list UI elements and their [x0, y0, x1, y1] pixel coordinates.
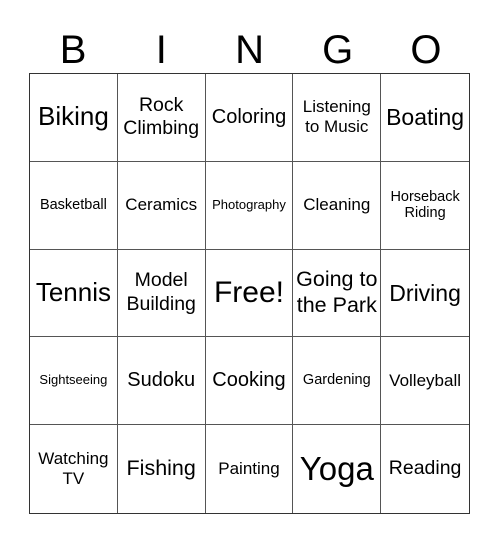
bingo-cell[interactable]: Gardening [293, 337, 382, 426]
bingo-cell[interactable]: Going to the Park [293, 249, 382, 338]
bingo-cell[interactable]: Sudoku [117, 337, 206, 426]
bingo-cell[interactable]: Reading [381, 425, 469, 513]
bingo-cell[interactable]: Model Building [117, 249, 206, 338]
bingo-cell[interactable]: Tennis [30, 249, 118, 338]
header-letter-g: G [322, 28, 354, 72]
bingo-cell[interactable]: Coloring [205, 74, 294, 162]
bingo-grid: Biking Rock Climbing Coloring Listening … [29, 73, 470, 514]
bingo-cell[interactable]: Yoga [293, 425, 382, 513]
bingo-cell[interactable]: Boating [381, 74, 469, 162]
header-letter-n: N [235, 28, 264, 72]
bingo-cell[interactable]: Driving [381, 250, 469, 338]
bingo-cell[interactable]: Photography [205, 161, 294, 250]
bingo-cell[interactable]: Basketball [30, 161, 118, 250]
bingo-cell[interactable]: Cleaning [293, 161, 382, 250]
bingo-cell[interactable]: Rock Climbing [117, 74, 206, 162]
bingo-cell[interactable]: Painting [206, 425, 294, 513]
bingo-cell[interactable]: Volleyball [381, 337, 469, 426]
bingo-cell[interactable]: Ceramics [117, 161, 206, 250]
bingo-header: B I N G O [29, 28, 470, 72]
bingo-cell[interactable]: Horseback Riding [381, 162, 469, 250]
bingo-cell[interactable]: Watching TV [30, 425, 118, 513]
header-letter-o: O [410, 28, 442, 72]
free-space[interactable]: Free! [205, 249, 294, 338]
bingo-cell[interactable]: Cooking [205, 337, 294, 426]
bingo-cell[interactable]: Biking [30, 74, 118, 162]
header-letter-i: I [155, 28, 167, 72]
header-letter-b: B [59, 28, 87, 72]
bingo-cell[interactable]: Sightseeing [30, 337, 118, 426]
bingo-cell[interactable]: Listening to Music [293, 74, 382, 162]
bingo-cell[interactable]: Fishing [118, 425, 206, 513]
